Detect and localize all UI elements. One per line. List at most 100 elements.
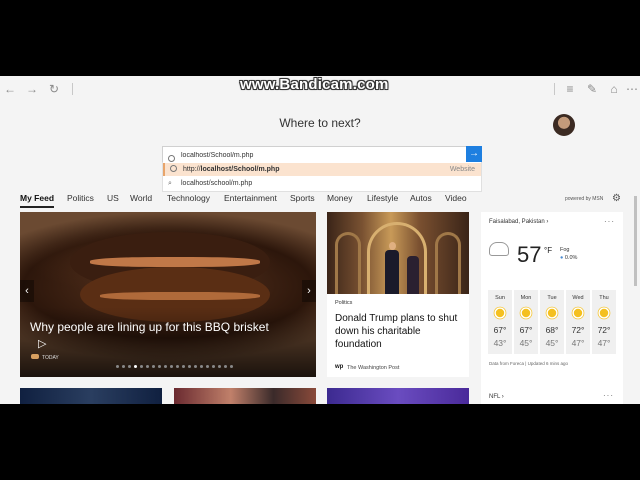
source-logo: wp xyxy=(335,364,344,370)
sun-icon xyxy=(521,308,531,318)
scrollbar[interactable] xyxy=(634,196,637,286)
bandicam-watermark: www.Bandicam.com xyxy=(240,76,389,93)
tab-entertainment[interactable]: Entertainment xyxy=(224,193,277,203)
forecast-low: 45° xyxy=(519,338,533,348)
precipitation: ● 0.0% xyxy=(560,255,577,261)
carousel-dot[interactable] xyxy=(116,365,119,368)
carousel-dot[interactable] xyxy=(176,365,179,368)
carousel-prev-button[interactable]: ‹ xyxy=(20,280,34,302)
forecast-low: 43° xyxy=(493,338,507,348)
forecast-high: 72° xyxy=(597,325,611,335)
suggestion-website[interactable]: http://localhost/School/m.php Website xyxy=(163,163,481,176)
forecast-high: 67° xyxy=(493,325,507,335)
share-icon[interactable]: ⌂ xyxy=(606,81,622,97)
tab-sports[interactable]: Sports xyxy=(290,193,315,203)
tab-world[interactable]: World xyxy=(130,193,152,203)
weather-location-link[interactable]: Faisalabad, Pakistan › xyxy=(489,219,548,225)
carousel-dot[interactable] xyxy=(200,365,203,368)
toolbar-divider xyxy=(554,83,555,95)
refresh-button[interactable]: ↻ xyxy=(46,81,62,97)
carousel-dot[interactable] xyxy=(224,365,227,368)
forecast-day-name: Tue xyxy=(547,295,557,301)
tab-politics[interactable]: Politics xyxy=(67,193,94,203)
carousel-dot[interactable] xyxy=(170,365,173,368)
today-logo-icon xyxy=(31,354,39,359)
weather-card[interactable]: Faisalabad, Pakistan › ··· 57 °F Fog ● 0… xyxy=(481,212,623,404)
news-card-partial[interactable] xyxy=(174,388,316,404)
tab-technology[interactable]: Technology xyxy=(167,193,210,203)
sun-icon xyxy=(573,308,583,318)
news-card-partial[interactable] xyxy=(20,388,162,404)
suggestion-url: localhost/School/m.php xyxy=(200,166,280,173)
news-card-image xyxy=(327,212,469,294)
carousel-dot[interactable] xyxy=(122,365,125,368)
precipitation-value: 0.0% xyxy=(564,255,578,261)
image-detail xyxy=(407,256,419,294)
tab-autos[interactable]: Autos xyxy=(410,193,432,203)
avatar[interactable] xyxy=(553,114,575,136)
chevron-right-icon: › xyxy=(546,219,549,225)
weather-condition: Fog xyxy=(560,247,570,253)
forecast-day[interactable]: Wed 72° 47° xyxy=(566,290,590,354)
toolbar-divider xyxy=(72,83,73,95)
carousel-dot[interactable] xyxy=(182,365,185,368)
carousel-dot[interactable] xyxy=(152,365,155,368)
temperature-unit[interactable]: °F xyxy=(544,246,552,255)
news-card[interactable]: Politics Donald Trump plans to shut down… xyxy=(327,212,469,377)
carousel-dot[interactable] xyxy=(230,365,233,368)
address-input[interactable] xyxy=(181,149,461,161)
carousel-dot[interactable] xyxy=(146,365,149,368)
forecast-day-name: Mon xyxy=(520,295,532,301)
tab-money[interactable]: Money xyxy=(327,193,353,203)
news-card-title[interactable]: Donald Trump plans to shut down his char… xyxy=(335,312,463,351)
carousel-next-button[interactable]: › xyxy=(302,280,316,302)
carousel-dot[interactable] xyxy=(128,365,131,368)
go-button[interactable]: → xyxy=(466,146,482,163)
tab-lifestyle[interactable]: Lifestyle xyxy=(367,193,398,203)
forecast-day[interactable]: Mon 67° 45° xyxy=(514,290,538,354)
news-card-category: Politics xyxy=(335,300,353,306)
category-nav: My Feed Politics US World Technology Ent… xyxy=(20,192,625,208)
news-card-source: The Washington Post xyxy=(347,365,400,371)
sun-icon xyxy=(547,308,557,318)
globe-icon xyxy=(170,163,177,177)
carousel-dot[interactable] xyxy=(188,365,191,368)
suggestion-search[interactable]: ⌕ localhost/school/m.php xyxy=(163,177,481,190)
address-bar[interactable]: → xyxy=(162,146,482,163)
carousel-dot-active[interactable] xyxy=(134,365,137,368)
hub-icon[interactable]: ≡ xyxy=(562,81,578,97)
more-options-icon[interactable]: ··· xyxy=(603,391,614,400)
hero-card[interactable]: ‹ › Why people are lining up for this BB… xyxy=(20,212,316,377)
carousel-dot[interactable] xyxy=(206,365,209,368)
hero-gradient xyxy=(20,307,316,377)
forecast-day[interactable]: Tue 68° 45° xyxy=(540,290,564,354)
play-icon[interactable]: ▷ xyxy=(38,337,46,350)
hero-source: TODAY xyxy=(42,355,59,361)
forecast-day[interactable]: Sun 67° 43° xyxy=(488,290,512,354)
carousel-dot[interactable] xyxy=(164,365,167,368)
image-detail xyxy=(335,232,361,294)
carousel-dot[interactable] xyxy=(140,365,143,368)
screen: ← → ↻ ≡ ✎ ⌂ ⋯ www.Bandicam.com Where to … xyxy=(0,0,640,480)
more-options-icon[interactable]: ··· xyxy=(604,217,615,226)
carousel-dot[interactable] xyxy=(158,365,161,368)
carousel-dot[interactable] xyxy=(212,365,215,368)
carousel-dot[interactable] xyxy=(218,365,221,368)
current-temperature: 57 xyxy=(517,242,542,267)
carousel-dot[interactable] xyxy=(194,365,197,368)
forecast-low: 47° xyxy=(597,338,611,348)
forecast-day[interactable]: Thu 72° 47° xyxy=(592,290,616,354)
fog-icon xyxy=(489,242,509,256)
nfl-link[interactable]: NFL › xyxy=(489,394,504,400)
hero-title[interactable]: Why people are lining up for this BBQ br… xyxy=(30,320,269,334)
tab-us[interactable]: US xyxy=(107,193,119,203)
more-icon[interactable]: ⋯ xyxy=(624,81,640,97)
back-button[interactable]: ← xyxy=(2,81,18,97)
gear-icon[interactable]: ⚙ xyxy=(612,193,621,204)
tab-my-feed[interactable]: My Feed xyxy=(20,193,54,203)
tab-video[interactable]: Video xyxy=(445,193,467,203)
news-card-partial[interactable] xyxy=(327,388,469,404)
web-note-icon[interactable]: ✎ xyxy=(584,81,600,97)
powered-by: powered by MSN xyxy=(565,196,604,202)
forward-button[interactable]: → xyxy=(24,81,40,97)
